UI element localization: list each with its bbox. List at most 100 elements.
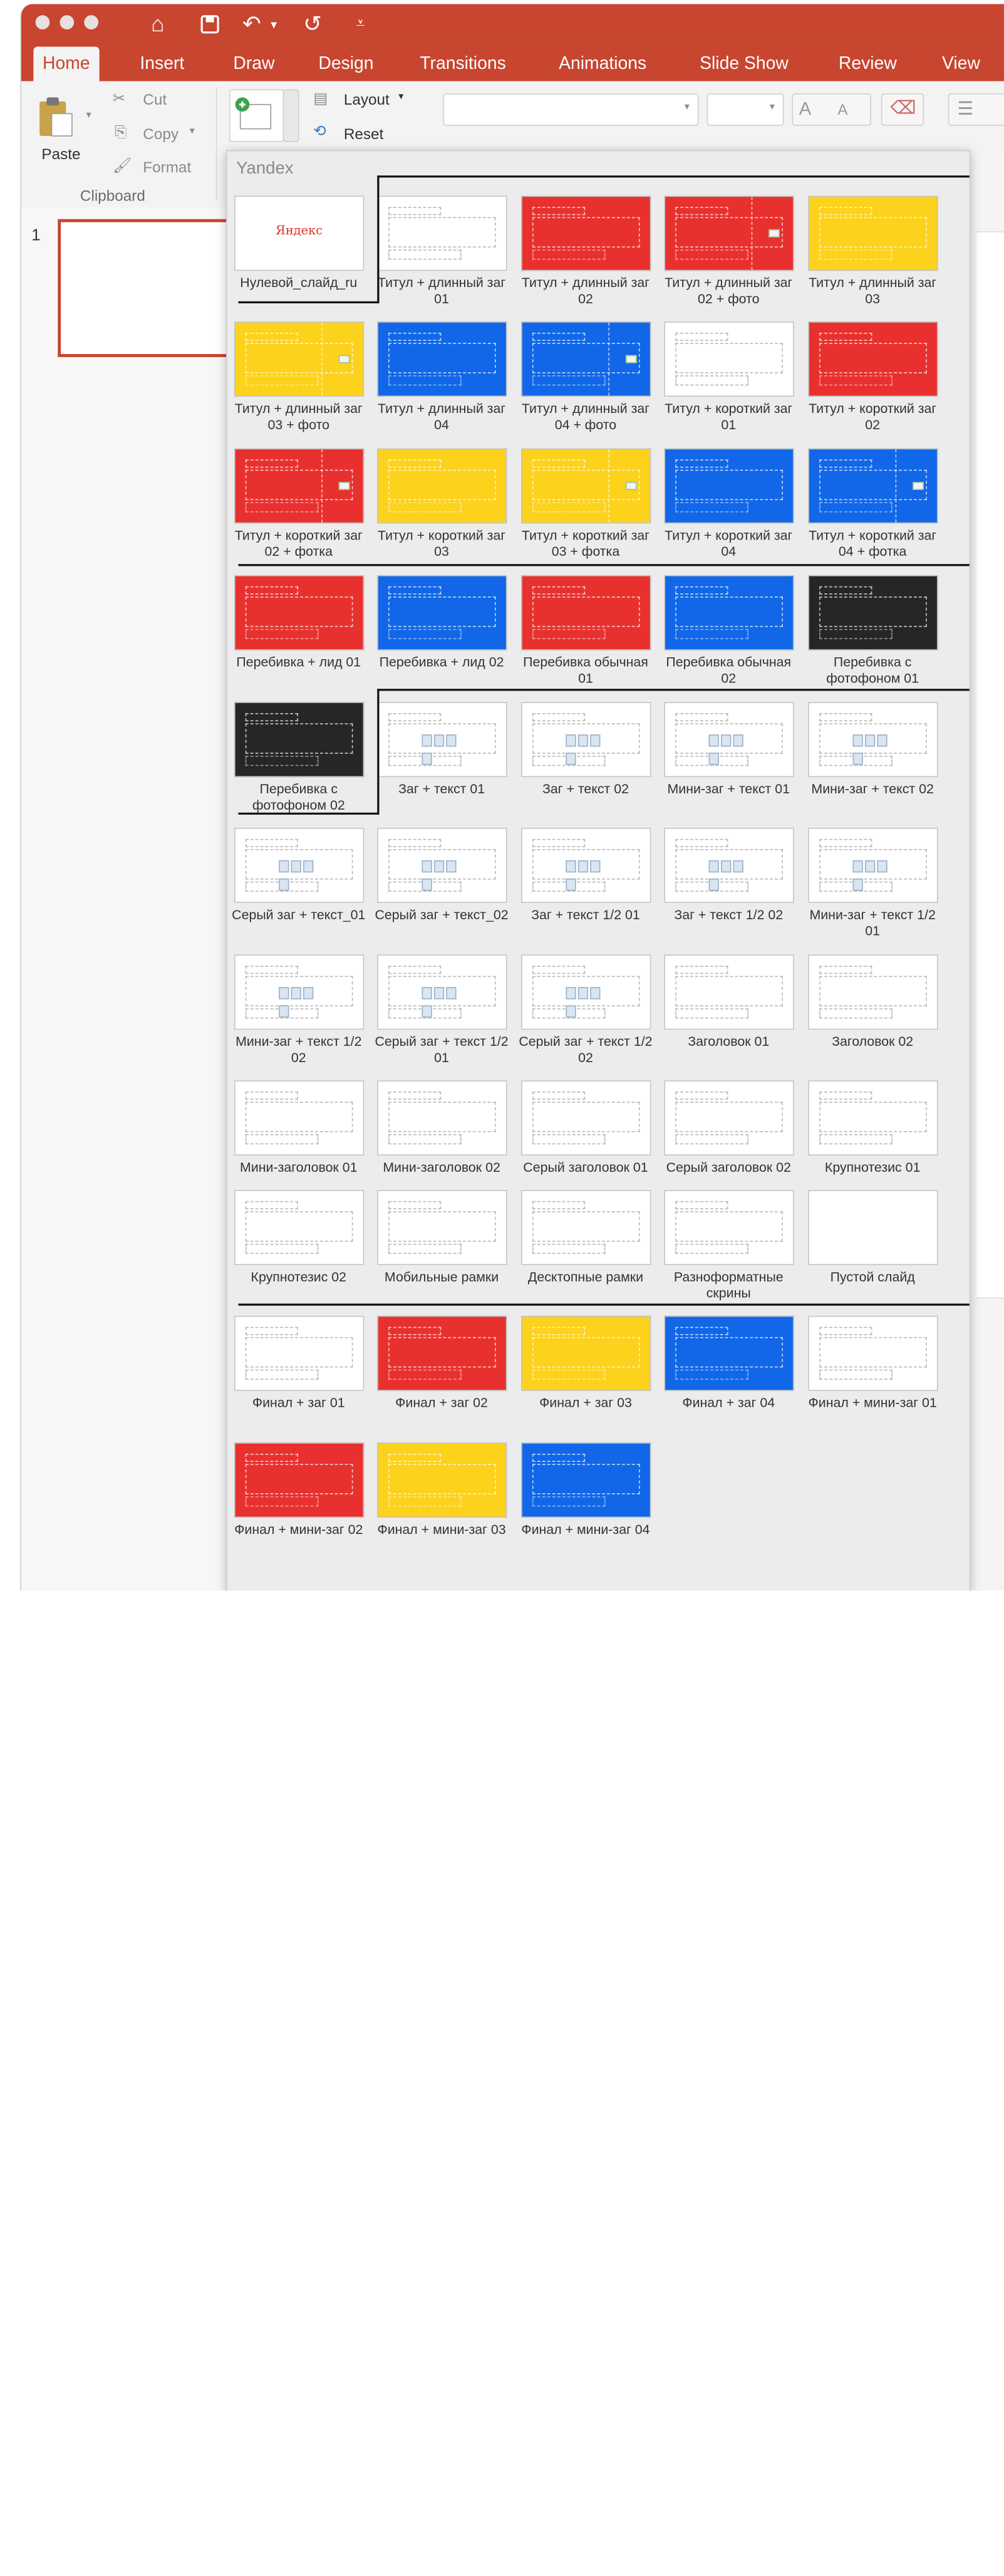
paste-dropdown-icon[interactable]: ▾ <box>86 110 91 121</box>
undo-icon[interactable]: ↶ <box>242 10 261 38</box>
layout-option[interactable]: Разноформатные скрины <box>657 1190 800 1311</box>
layout-option[interactable]: Серый заголовок 02 <box>657 1080 800 1202</box>
font-size-dropdown-icon[interactable]: ▾ <box>770 102 775 113</box>
layout-option[interactable]: Перебивка + лид 02 <box>370 575 513 697</box>
layout-option[interactable]: Титул + короткий заг 03 <box>370 448 513 570</box>
layout-option[interactable]: Мини-заголовок 02 <box>370 1080 513 1202</box>
undo-dropdown-icon[interactable]: ▾ <box>271 10 277 38</box>
clear-formatting-button[interactable]: ⌫ <box>881 93 924 126</box>
layout-option[interactable]: Титул + длинный заг 03 <box>801 196 944 317</box>
placeholder-outline <box>819 343 927 373</box>
tab-home[interactable]: Home <box>33 46 100 81</box>
layout-option[interactable]: Титул + короткий заг 02 <box>801 321 944 443</box>
font-name-dropdown-icon[interactable]: ▾ <box>685 102 690 113</box>
redo-icon[interactable]: ↺ <box>303 10 322 38</box>
layout-option[interactable]: Титул + длинный заг 04 <box>370 321 513 443</box>
layout-option[interactable]: Мини-заг + текст 1/2 02 <box>227 954 370 1076</box>
layout-option[interactable]: Серый заг + текст 1/2 02 <box>514 954 657 1076</box>
layout-option[interactable]: Финал + мини-заг 01 <box>801 1315 944 1437</box>
layout-option[interactable]: Титул + короткий заг 01 <box>657 321 800 443</box>
tab-insert[interactable]: Insert <box>131 46 194 81</box>
layout-option[interactable]: Заголовок 01 <box>657 954 800 1076</box>
customize-toolbar-icon[interactable]: ⩡ <box>356 10 365 38</box>
layout-dropdown-icon[interactable]: ▾ <box>398 91 403 103</box>
zoom-window-button[interactable] <box>84 15 99 29</box>
paste-icon[interactable] <box>36 93 76 145</box>
layout-option[interactable]: Титул + длинный заг 02 <box>514 196 657 317</box>
layout-label: Заголовок 02 <box>832 1033 914 1050</box>
layout-option[interactable]: Серый заг + текст_01 <box>227 828 370 949</box>
increase-font-size-button[interactable]: A <box>799 98 811 120</box>
layout-option[interactable]: Пустой слайд <box>801 1190 944 1311</box>
layout-button[interactable]: Layout <box>344 91 390 109</box>
tab-design[interactable]: Design <box>309 46 383 81</box>
new-slide-dropdown-icon[interactable] <box>282 89 299 142</box>
paste-button[interactable]: Paste <box>41 146 80 164</box>
cut-button[interactable]: Cut <box>143 91 167 109</box>
layout-option[interactable]: Титул + длинный заг 02 + фото <box>657 196 800 317</box>
cut-icon[interactable]: ✂ <box>113 89 125 108</box>
layout-option[interactable]: Перебивка с фотофоном 02 <box>227 702 370 823</box>
layout-option[interactable]: Титул + длинный заг 03 + фото <box>227 321 370 443</box>
tab-transitions[interactable]: Transitions <box>411 46 515 81</box>
layout-option[interactable]: Заг + текст 01 <box>370 702 513 823</box>
close-window-button[interactable] <box>35 15 50 29</box>
layout-option[interactable]: Финал + заг 02 <box>370 1315 513 1437</box>
layout-option[interactable]: Титул + короткий заг 04 + фотка <box>801 448 944 570</box>
copy-button[interactable]: Copy <box>143 126 179 143</box>
tab-slide-show[interactable]: Slide Show <box>691 46 798 81</box>
layout-option[interactable]: Серый заголовок 01 <box>514 1080 657 1202</box>
layout-option[interactable]: Заг + текст 02 <box>514 702 657 823</box>
home-icon[interactable]: ⌂ <box>151 10 165 38</box>
layout-option[interactable]: Титул + длинный заг 04 + фото <box>514 321 657 443</box>
tab-animations[interactable]: Animations <box>549 46 655 81</box>
layout-option[interactable]: Титул + короткий заг 04 <box>657 448 800 570</box>
layout-option[interactable]: Крупнотезис 02 <box>227 1190 370 1311</box>
layout-option[interactable]: Яндекс Нулевой_слайд_ru <box>227 196 370 317</box>
layout-option[interactable]: Финал + заг 01 <box>227 1315 370 1437</box>
layout-label: Мини-заг + текст 02 <box>811 781 934 796</box>
layout-option[interactable]: Заг + текст 1/2 01 <box>514 828 657 949</box>
bullets-button[interactable]: ☰ <box>948 93 1004 126</box>
decrease-font-size-button[interactable]: A <box>837 102 847 119</box>
layout-option[interactable]: Перебивка обычная 01 <box>514 575 657 697</box>
reset-button[interactable]: Reset <box>344 126 383 143</box>
layout-option[interactable]: Мини-заг + текст 1/2 01 <box>801 828 944 949</box>
format-painter-button[interactable]: Format <box>143 159 191 177</box>
layout-option[interactable]: Десктопные рамки <box>514 1190 657 1311</box>
layout-option[interactable]: Титул + короткий заг 02 + фотка <box>227 448 370 570</box>
layout-option[interactable]: Заголовок 02 <box>801 954 944 1076</box>
minimize-window-button[interactable] <box>60 15 75 29</box>
copy-icon[interactable]: ⎘ <box>115 124 127 142</box>
tab-draw[interactable]: Draw <box>224 46 284 81</box>
layout-label: Перебивка с фотофоном 01 <box>826 654 919 686</box>
layout-option[interactable]: Перебивка + лид 01 <box>227 575 370 697</box>
layout-option[interactable]: Заг + текст 1/2 02 <box>657 828 800 949</box>
placeholder-outline <box>245 1134 319 1145</box>
layout-option[interactable]: Мини-заг + текст 01 <box>657 702 800 823</box>
save-icon[interactable] <box>200 10 220 41</box>
placeholder-outline <box>675 207 728 216</box>
layout-option[interactable]: Финал + заг 04 <box>657 1315 800 1437</box>
layout-option[interactable]: Перебивка с фотофоном 01 <box>801 575 944 697</box>
layout-option[interactable]: Мобильные рамки <box>370 1190 513 1311</box>
layout-option[interactable]: Финал + заг 03 <box>514 1315 657 1437</box>
tab-view[interactable]: View <box>933 46 989 81</box>
layout-option[interactable]: Серый заг + текст 1/2 01 <box>370 954 513 1076</box>
layout-option[interactable]: Финал + мини-заг 02 <box>227 1442 370 1564</box>
slide-thumbnail[interactable] <box>58 219 237 357</box>
layout-option[interactable]: Финал + мини-заг 04 <box>514 1442 657 1564</box>
layout-option[interactable]: Перебивка обычная 02 <box>657 575 800 697</box>
layout-option[interactable]: Финал + мини-заг 03 <box>370 1442 513 1564</box>
format-painter-icon[interactable]: 🖌 <box>113 156 132 175</box>
layout-option[interactable]: Серый заг + текст_02 <box>370 828 513 949</box>
new-slide-button[interactable] <box>229 89 284 142</box>
layout-option[interactable]: Титул + длинный заг 01 <box>370 196 513 317</box>
layout-option[interactable]: Титул + короткий заг 03 + фотка <box>514 448 657 570</box>
copy-dropdown-icon[interactable]: ▾ <box>190 126 195 137</box>
tab-review[interactable]: Review <box>829 46 906 81</box>
font-name-field[interactable] <box>443 93 699 126</box>
layout-option[interactable]: Мини-заголовок 01 <box>227 1080 370 1202</box>
layout-option[interactable]: Мини-заг + текст 02 <box>801 702 944 823</box>
layout-option[interactable]: Крупнотезис 01 <box>801 1080 944 1202</box>
